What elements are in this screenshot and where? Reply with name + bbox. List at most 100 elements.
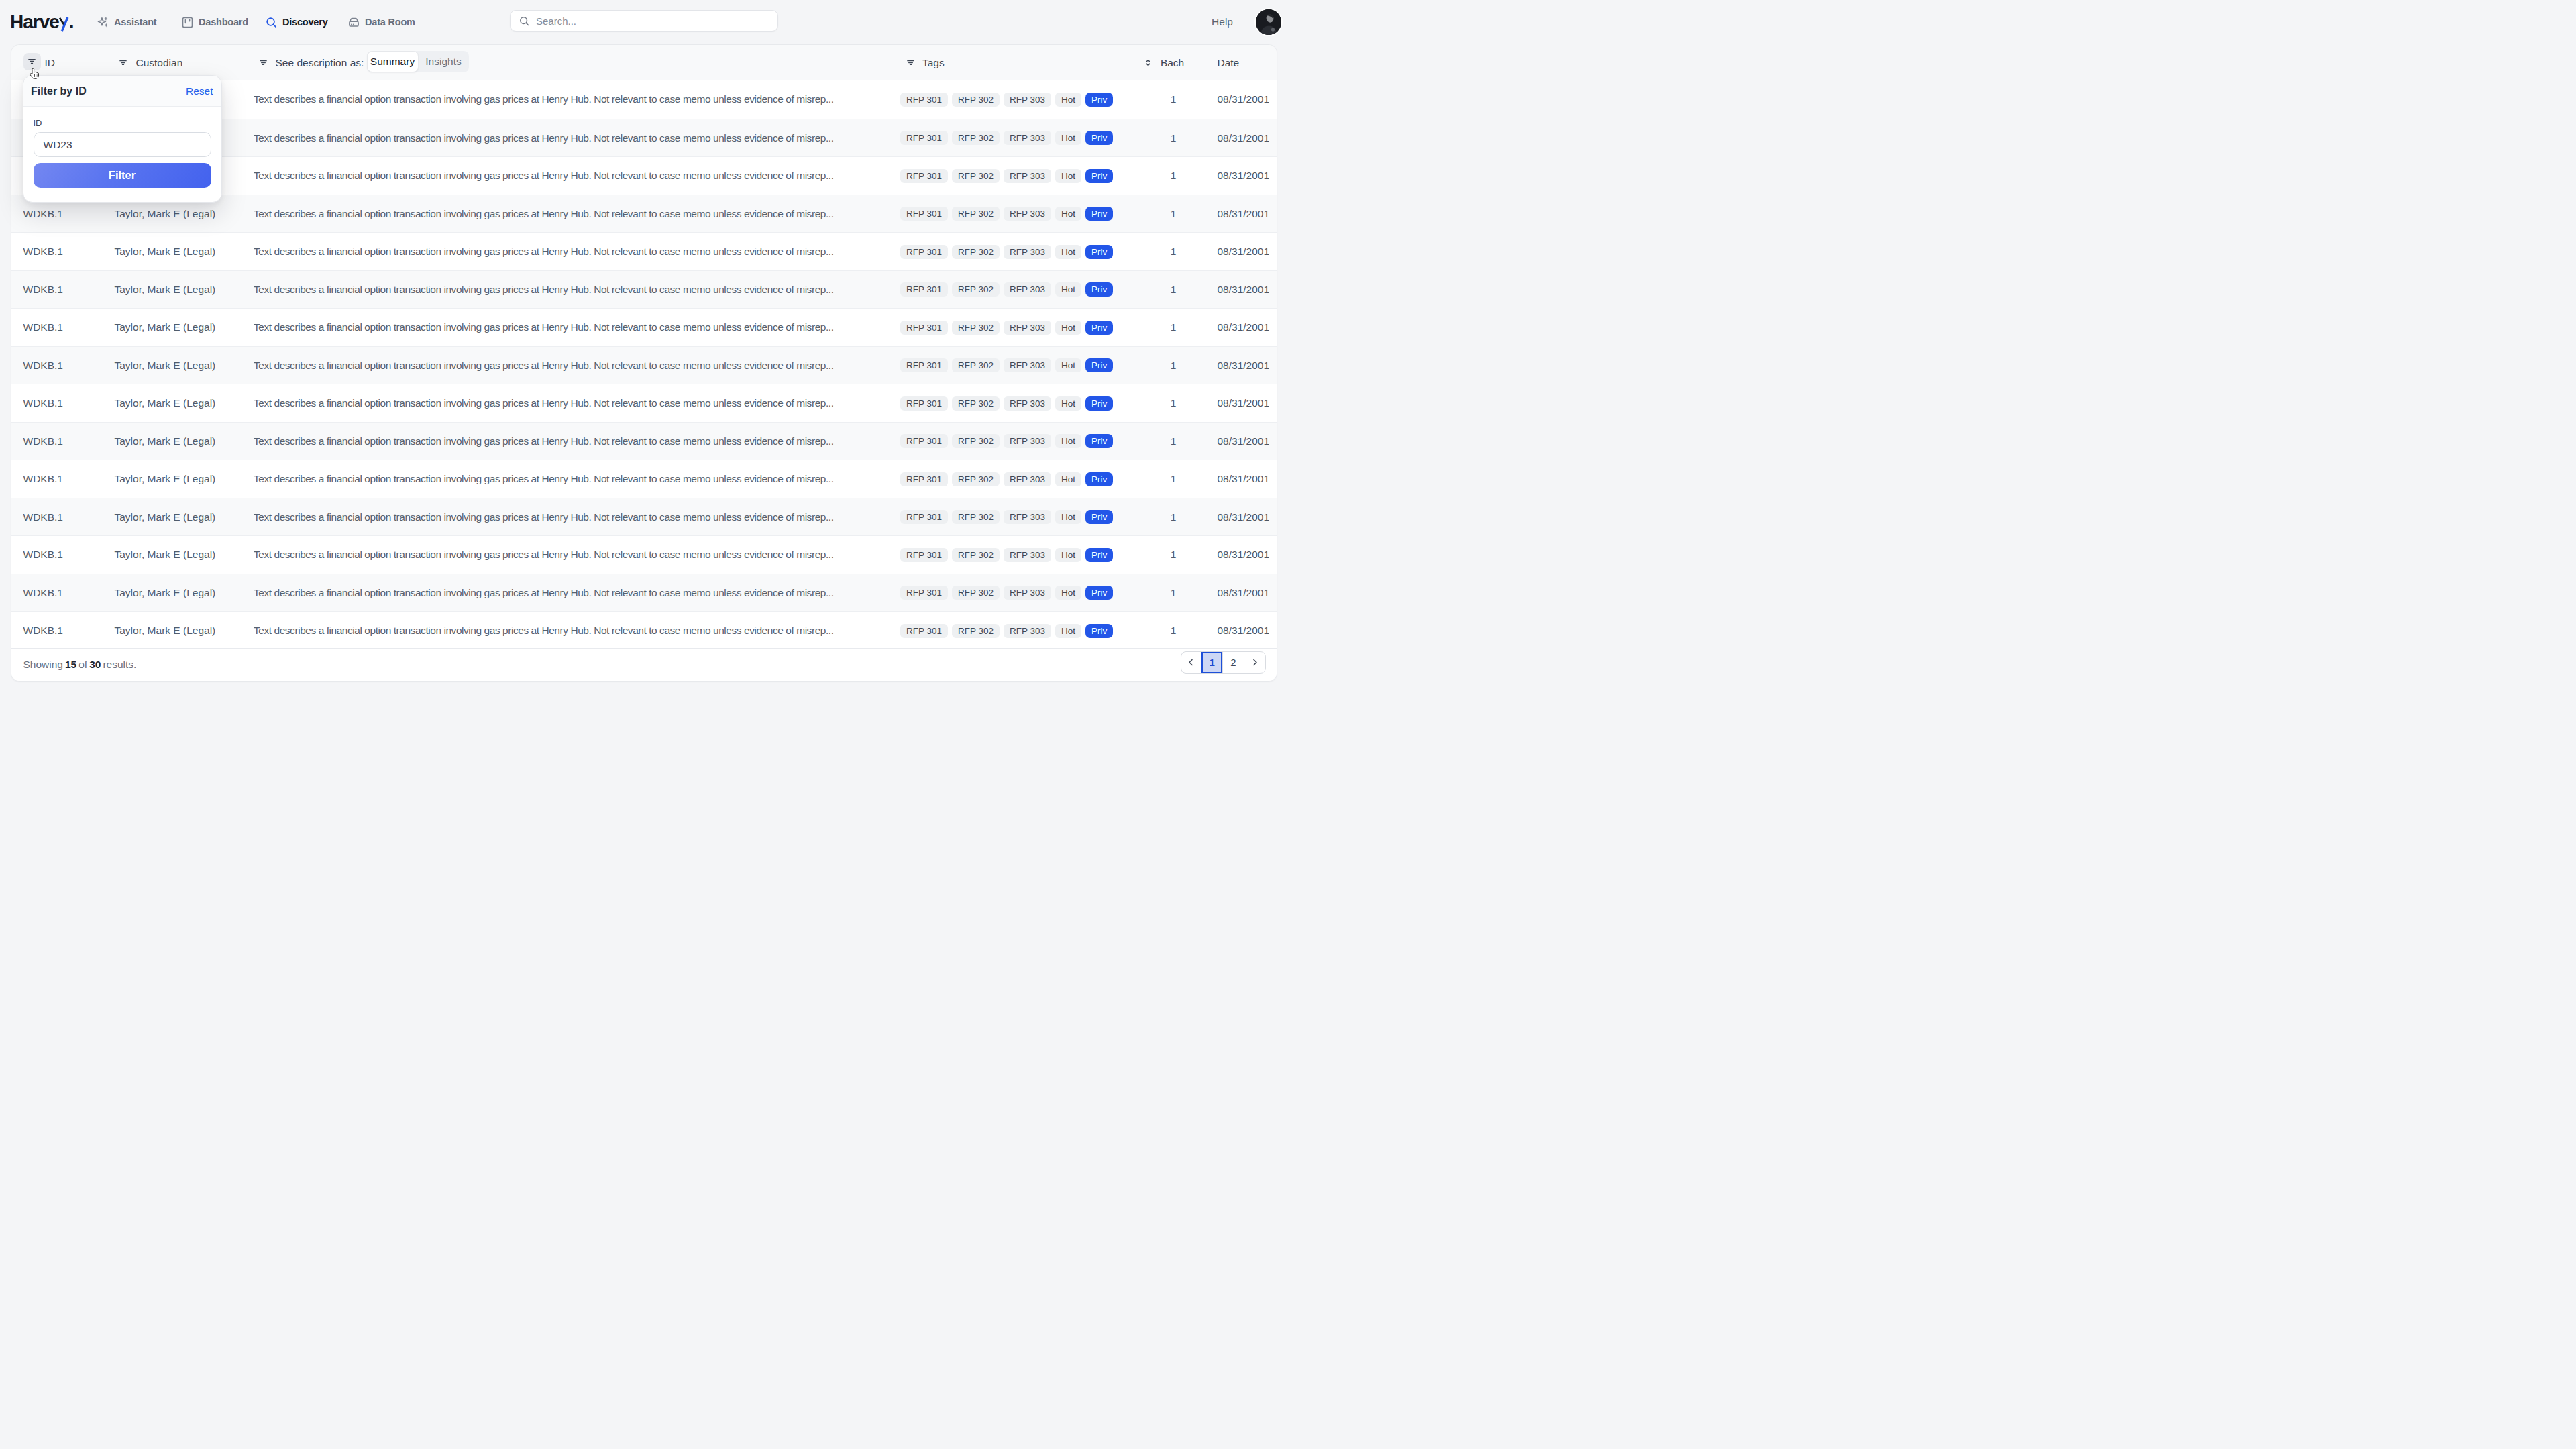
tag-pill: Hot bbox=[1055, 169, 1081, 183]
cell-date: 08/31/2001 bbox=[1218, 384, 1270, 423]
shown-count: 15 bbox=[65, 659, 76, 671]
column-header-date: Date bbox=[1218, 45, 1240, 80]
nav-item-discovery[interactable]: Discovery bbox=[265, 0, 328, 44]
cell-date: 08/31/2001 bbox=[1218, 271, 1270, 309]
view-option-insights[interactable]: Insights bbox=[419, 51, 469, 72]
tag-pill: RFP 301 bbox=[900, 131, 948, 145]
nav-item-label: Discovery bbox=[282, 17, 328, 28]
cell-date: 08/31/2001 bbox=[1218, 233, 1270, 271]
avatar-photo bbox=[1256, 9, 1281, 35]
tag-pill: RFP 303 bbox=[1004, 245, 1051, 259]
tag-pill: RFP 303 bbox=[1004, 434, 1051, 448]
table-row[interactable]: WDKB.1Taylor, Mark E (Legal)Text describ… bbox=[11, 498, 1277, 536]
cell-batch: 1 bbox=[1150, 271, 1196, 309]
previous-page-button[interactable] bbox=[1181, 652, 1202, 673]
search-icon bbox=[519, 15, 530, 27]
discovery-table-card: ID Custodian See description as: Summary… bbox=[11, 44, 1277, 682]
table-row[interactable]: WDKB.1Taylor, Mark E (Legal)Text describ… bbox=[11, 535, 1277, 574]
priv-tag-pill: Priv bbox=[1085, 207, 1113, 221]
tag-pill: RFP 302 bbox=[952, 282, 1000, 297]
chevrons-up-down-icon bbox=[1144, 58, 1152, 67]
cell-date: 08/31/2001 bbox=[1218, 574, 1270, 612]
cell-tags: RFP 301RFP 302RFP 303HotPriv bbox=[900, 119, 1113, 158]
table-row[interactable]: WDKB.1Taylor, Mark E (Legal)Text describ… bbox=[11, 232, 1277, 270]
description-view-toggle: SummaryInsights bbox=[367, 51, 469, 72]
priv-tag-pill: Priv bbox=[1085, 548, 1113, 562]
priv-tag-pill: Priv bbox=[1085, 169, 1113, 183]
tag-pill: Hot bbox=[1055, 434, 1081, 448]
page-button-2[interactable]: 2 bbox=[1222, 652, 1244, 673]
cell-description: Text describes a financial option transa… bbox=[254, 384, 843, 423]
nav-item-label: Assistant bbox=[114, 17, 156, 28]
cell-batch: 1 bbox=[1150, 195, 1196, 233]
id-filter-input-value: WD23 bbox=[44, 139, 72, 151]
priv-tag-pill: Priv bbox=[1085, 624, 1113, 638]
nav-item-dashboard[interactable]: Dashboard bbox=[181, 0, 248, 44]
filter-submit-button[interactable]: Filter bbox=[34, 163, 211, 188]
tag-pill: Hot bbox=[1055, 472, 1081, 486]
table-row[interactable]: WDKB.1Taylor, Mark E (Legal)Text describ… bbox=[11, 346, 1277, 384]
priv-tag-pill: Priv bbox=[1085, 282, 1113, 297]
tag-pill: RFP 301 bbox=[900, 510, 948, 524]
priv-tag-pill: Priv bbox=[1085, 245, 1113, 259]
table-footer: Showing 15 of 30 results. 12 bbox=[11, 648, 1277, 682]
cell-custodian: Taylor, Mark E (Legal) bbox=[115, 384, 216, 423]
tag-pill: Hot bbox=[1055, 93, 1081, 107]
global-search-input[interactable]: Search... bbox=[510, 10, 778, 32]
table-row[interactable]: WDKB.1Taylor, Mark E (Legal)Text describ… bbox=[11, 422, 1277, 460]
table-row[interactable]: WDKB.1Taylor, Mark E (Legal)Text describ… bbox=[11, 574, 1277, 612]
cell-tags: RFP 301RFP 302RFP 303HotPriv bbox=[900, 498, 1113, 537]
nav-item-assistant[interactable]: Assistant bbox=[97, 0, 156, 44]
tag-pill: RFP 301 bbox=[900, 586, 948, 600]
cell-description: Text describes a financial option transa… bbox=[254, 347, 843, 385]
cell-batch: 1 bbox=[1150, 460, 1196, 498]
tag-pill: RFP 303 bbox=[1004, 282, 1051, 297]
filter-lines-icon bbox=[27, 56, 37, 66]
reset-link[interactable]: Reset bbox=[186, 85, 213, 97]
batch-sort-icon[interactable] bbox=[1144, 45, 1152, 80]
next-page-button[interactable] bbox=[1244, 652, 1265, 673]
tags-filter-icon[interactable] bbox=[906, 45, 916, 80]
tag-pill: Hot bbox=[1055, 131, 1081, 145]
tag-pill: RFP 302 bbox=[952, 396, 1000, 411]
tag-pill: Hot bbox=[1055, 586, 1081, 600]
tag-pill: RFP 301 bbox=[900, 245, 948, 259]
tag-pill: RFP 301 bbox=[900, 396, 948, 411]
cell-date: 08/31/2001 bbox=[1218, 195, 1270, 233]
cell-description: Text describes a financial option transa… bbox=[254, 309, 843, 347]
user-avatar[interactable] bbox=[1256, 9, 1281, 35]
tag-pill: RFP 302 bbox=[952, 472, 1000, 486]
cell-batch: 1 bbox=[1150, 80, 1196, 119]
table-row[interactable]: WDKB.1Taylor, Mark E (Legal)Text describ… bbox=[11, 460, 1277, 498]
cell-id: WDKB.1 bbox=[23, 574, 63, 612]
cell-custodian: Taylor, Mark E (Legal) bbox=[115, 612, 216, 650]
table-row[interactable]: WDKB.1Taylor, Mark E (Legal)Text describ… bbox=[11, 270, 1277, 309]
nav-item-data-room[interactable]: Data Room bbox=[347, 0, 415, 44]
cell-batch: 1 bbox=[1150, 423, 1196, 461]
tag-pill: RFP 302 bbox=[952, 358, 1000, 372]
cell-id: WDKB.1 bbox=[23, 347, 63, 385]
tag-pill: RFP 301 bbox=[900, 282, 948, 297]
cell-tags: RFP 301RFP 302RFP 303HotPriv bbox=[900, 612, 1113, 650]
table-row[interactable]: WDKB.1Taylor, Mark E (Legal)Text describ… bbox=[11, 611, 1277, 649]
cell-tags: RFP 301RFP 302RFP 303HotPriv bbox=[900, 309, 1113, 347]
tag-pill: RFP 303 bbox=[1004, 207, 1051, 221]
help-link[interactable]: Help bbox=[1212, 16, 1233, 28]
cell-tags: RFP 301RFP 302RFP 303HotPriv bbox=[900, 423, 1113, 461]
table-row[interactable]: WDKB.1Taylor, Mark E (Legal)Text describ… bbox=[11, 384, 1277, 422]
cell-tags: RFP 301RFP 302RFP 303HotPriv bbox=[900, 157, 1113, 195]
cell-date: 08/31/2001 bbox=[1218, 536, 1270, 574]
table-row[interactable]: WDKB.1Taylor, Mark E (Legal)Text describ… bbox=[11, 308, 1277, 346]
tag-pill: RFP 303 bbox=[1004, 93, 1051, 107]
page-button-1[interactable]: 1 bbox=[1201, 652, 1222, 673]
topbar-right-cluster: Help bbox=[1212, 0, 1281, 44]
top-navigation-bar: Harve. AssistantDashboardDiscoveryData R… bbox=[0, 0, 1288, 44]
total-count: 30 bbox=[89, 659, 101, 671]
view-option-summary[interactable]: Summary bbox=[367, 51, 419, 72]
cell-description: Text describes a financial option transa… bbox=[254, 574, 843, 612]
id-filter-input[interactable]: WD23 bbox=[34, 132, 211, 157]
tag-pill: RFP 302 bbox=[952, 434, 1000, 448]
cell-date: 08/31/2001 bbox=[1218, 119, 1270, 158]
description-filter-icon[interactable] bbox=[258, 45, 268, 80]
cell-id: WDKB.1 bbox=[23, 271, 63, 309]
